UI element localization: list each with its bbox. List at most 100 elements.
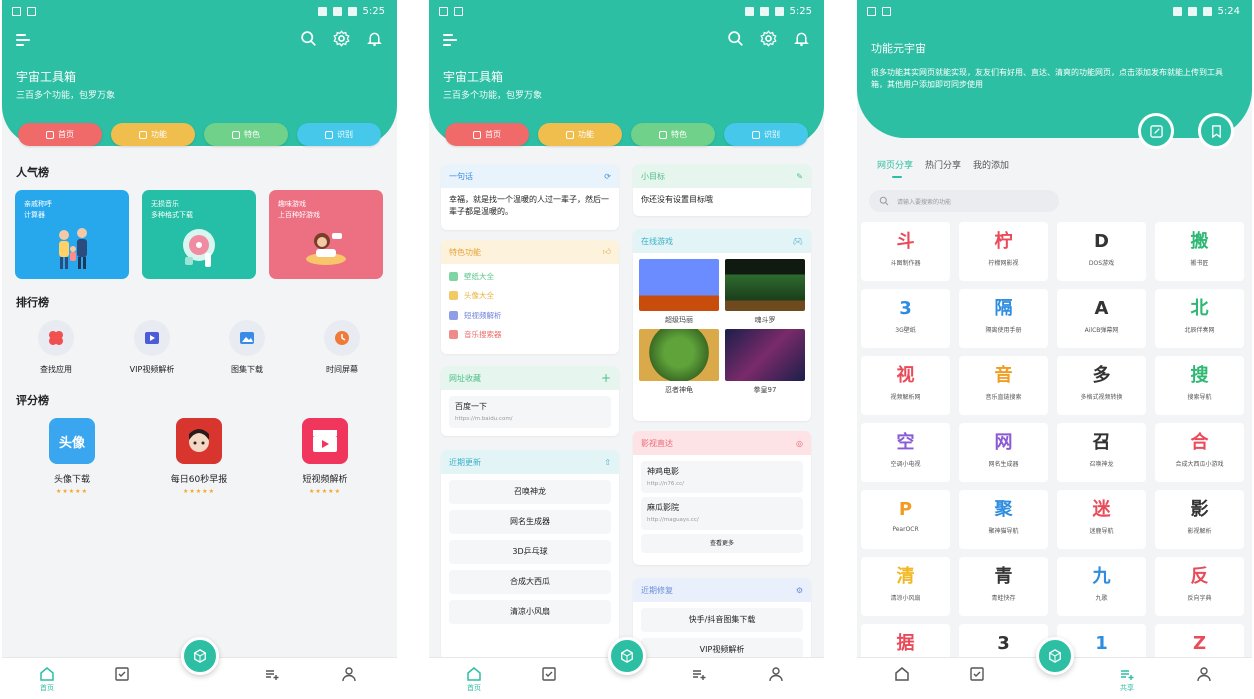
update-item[interactable]: 网名生成器	[449, 510, 611, 534]
bell-icon[interactable]	[793, 30, 810, 47]
tool-tile[interactable]: 聚聚神猫导航	[959, 490, 1048, 549]
score-avatar-download[interactable]: 头像 头像下载 ★★★★★	[27, 418, 117, 495]
tool-tile[interactable]: 斗斗图制作器	[861, 222, 950, 281]
rank-time-screen[interactable]: 时间屏幕	[302, 320, 382, 375]
tool-glyph: 北	[1190, 298, 1209, 319]
add-icon[interactable]: +	[601, 371, 611, 385]
nav-tasks[interactable]	[102, 666, 142, 683]
pill-home[interactable]: 首页	[18, 123, 102, 146]
tool-tile[interactable]: 搜搜索导航	[1155, 356, 1244, 415]
nav-tasks[interactable]	[957, 666, 997, 683]
bell-icon[interactable]	[366, 30, 383, 47]
checklist-icon	[970, 667, 984, 681]
movie-item[interactable]: 神鸡电影 http://n76.cc/	[641, 461, 803, 494]
search-input[interactable]: 请输入要搜索的功能	[869, 190, 1059, 212]
tool-tile[interactable]: 视视频解析网	[861, 356, 950, 415]
nav-add-list[interactable]	[679, 666, 719, 683]
pill-functions[interactable]: 功能	[111, 123, 195, 146]
nav-profile[interactable]	[756, 666, 796, 683]
banner-relatives[interactable]: 亲戚称呼 计算器	[15, 190, 129, 279]
nav-profile[interactable]	[329, 666, 369, 683]
tool-tile[interactable]: D DOS游戏	[1057, 222, 1146, 281]
feature-wallpapers[interactable]: 壁纸大全	[449, 271, 611, 282]
tool-tile[interactable]: P PearOCR	[861, 490, 950, 549]
nav-home[interactable]: 首页	[27, 666, 67, 693]
nav-profile[interactable]	[1184, 666, 1224, 683]
tool-tile[interactable]: 音音乐直链搜索	[959, 356, 1048, 415]
search-icon[interactable]	[300, 30, 317, 47]
game-contra[interactable]: 魂斗罗	[725, 259, 805, 325]
score-short-video[interactable]: 短视频解析 ★★★★★	[280, 418, 370, 495]
banner-games[interactable]: 趣味游戏 上百种好游戏	[269, 190, 383, 279]
gear-icon[interactable]	[760, 30, 777, 47]
tool-tile[interactable]: A AilCB弹幕网	[1057, 289, 1146, 348]
search-icon[interactable]	[727, 30, 744, 47]
refresh-icon[interactable]: ⟳	[604, 172, 611, 181]
tab-hot-share[interactable]: 热门分享	[925, 158, 961, 171]
tool-tile[interactable]: 3 3G壁纸	[861, 289, 950, 348]
score-daily-news[interactable]: 每日60秒早报 ★★★★★	[154, 418, 244, 495]
nav-home[interactable]: 首页	[454, 666, 494, 693]
tool-tile[interactable]: 搬搬书匠	[1155, 222, 1244, 281]
nav-home[interactable]	[882, 666, 922, 683]
tool-tile[interactable]: 召召唤神龙	[1057, 423, 1146, 482]
tool-tile[interactable]: 影影视解析	[1155, 490, 1244, 549]
tool-tile[interactable]: 合合成大西瓜小游戏	[1155, 423, 1244, 482]
feature-music-search[interactable]: 音乐搜索器	[449, 329, 611, 340]
center-fab[interactable]	[1035, 637, 1074, 675]
view-more-button[interactable]: 查看更多	[641, 533, 803, 553]
pill-recognize[interactable]: 识别	[724, 123, 808, 146]
tool-tile[interactable]: 多多格式视频转换	[1057, 356, 1146, 415]
update-item[interactable]: 清凉小风扇	[449, 600, 611, 624]
center-fab[interactable]	[607, 637, 646, 675]
nav-add-list[interactable]	[252, 666, 292, 683]
pill-featured[interactable]: 特色	[204, 123, 288, 146]
feature-avatars[interactable]: 头像大全	[449, 290, 611, 301]
center-fab[interactable]	[180, 637, 219, 675]
feature-short-video[interactable]: 短视频解析	[449, 310, 611, 321]
ranking-title: 排行榜	[16, 296, 49, 309]
scan-icon	[752, 130, 760, 139]
fix-item[interactable]: 快手/抖音图集下载	[641, 608, 803, 632]
tool-tile[interactable]: 网网名生成器	[959, 423, 1048, 482]
tab-web-share[interactable]: 网页分享	[877, 158, 913, 178]
tool-tile[interactable]: 北北辰伴奏网	[1155, 289, 1244, 348]
bookmark-item[interactable]: 百度一下 https://m.baidu.com/	[449, 396, 611, 429]
tool-tile[interactable]: 迷迷鹿导航	[1057, 490, 1146, 549]
menu-icon[interactable]	[443, 34, 457, 46]
menu-icon[interactable]	[16, 34, 30, 46]
banner-music[interactable]: 无损音乐 多种格式下载	[142, 190, 256, 279]
publish-button[interactable]	[1138, 113, 1174, 149]
movie-item[interactable]: 麻瓜影院 http://maguays.cc/	[641, 497, 803, 530]
game-mario[interactable]: 超级玛丽	[639, 259, 719, 325]
tool-tile[interactable]: 青青蛙快存	[959, 557, 1048, 616]
gear-icon[interactable]	[333, 30, 350, 47]
tool-tile[interactable]: 九九歌	[1057, 557, 1146, 616]
tool-tile[interactable]: 隔隔离使用手册	[959, 289, 1048, 348]
tab-my-added[interactable]: 我的添加	[973, 158, 1009, 171]
bookmark-button[interactable]	[1198, 113, 1234, 149]
rank-gallery[interactable]: 图集下载	[207, 320, 287, 375]
tool-tile[interactable]: 清清凉小风扇	[861, 557, 950, 616]
rank-vip-video[interactable]: VIP视频解析	[112, 320, 192, 375]
pill-recognize[interactable]: 识别	[297, 123, 381, 146]
pill-featured[interactable]: 特色	[631, 123, 715, 146]
update-item[interactable]: 召唤神龙	[449, 480, 611, 504]
update-item[interactable]: 合成大西瓜	[449, 570, 611, 594]
tool-glyph: 隔	[994, 298, 1013, 319]
games-card: 在线游戏 🎮︎ 超级玛丽 魂斗罗 忍者神龟 拳皇97	[633, 229, 811, 421]
tool-tile[interactable]: 反反向字典	[1155, 557, 1244, 616]
rank-find-app[interactable]: 查找应用	[16, 320, 96, 375]
game-ninja-turtles[interactable]: 忍者神龟	[639, 329, 719, 395]
pill-home[interactable]: 首页	[445, 123, 529, 146]
tool-glyph: 据	[896, 633, 915, 654]
nav-tasks[interactable]	[529, 666, 569, 683]
nav-share[interactable]: 共享	[1107, 666, 1147, 693]
edit-icon[interactable]: ✎	[796, 172, 803, 181]
pill-functions[interactable]: 功能	[538, 123, 622, 146]
tool-tile[interactable]: 空空调小电视	[861, 423, 950, 482]
arrow-up-icon[interactable]: ⇧	[604, 458, 611, 467]
tool-tile[interactable]: 柠柠檬网影视	[959, 222, 1048, 281]
update-item[interactable]: 3D乒乓球	[449, 540, 611, 564]
game-kof97[interactable]: 拳皇97	[725, 329, 805, 395]
